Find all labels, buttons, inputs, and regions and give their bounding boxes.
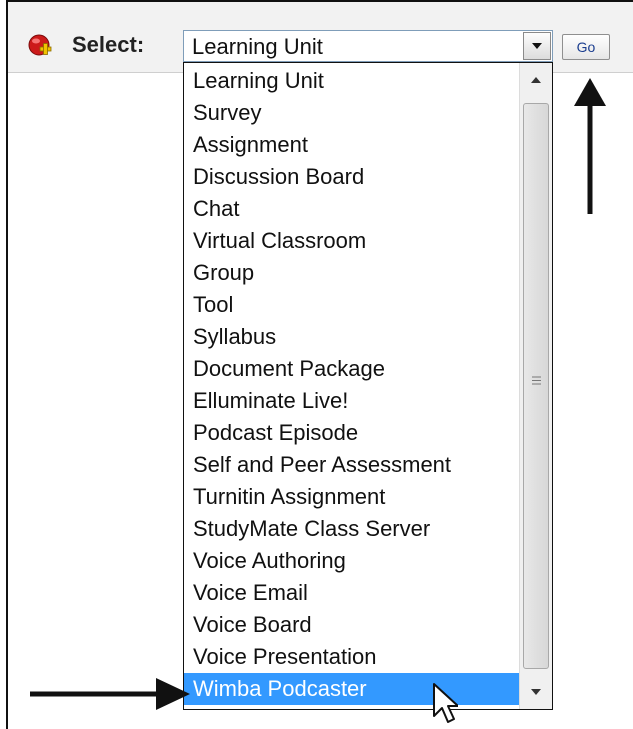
dropdown-option[interactable]: Assignment	[184, 129, 519, 161]
dropdown-option[interactable]: Tool	[184, 289, 519, 321]
scrollbar-thumb[interactable]	[523, 103, 549, 669]
scroll-down-arrow-icon	[531, 689, 541, 695]
dropdown-option[interactable]: Podcast Episode	[184, 417, 519, 449]
red-plus-icon	[28, 34, 52, 58]
dropdown-option[interactable]: Voice Presentation	[184, 641, 519, 673]
type-select-combobox[interactable]: Learning Unit	[183, 30, 553, 62]
option-list: Learning Unit Survey Assignment Discussion …	[184, 65, 519, 705]
dropdown-option[interactable]: StudyMate Class Server	[184, 513, 519, 545]
go-button[interactable]: Go	[562, 34, 610, 60]
list-scrollbar[interactable]	[519, 63, 552, 709]
mouse-cursor-icon	[433, 683, 458, 723]
dropdown-option[interactable]: Self and Peer Assessment	[184, 449, 519, 481]
scroll-up-button[interactable]	[520, 63, 552, 97]
dropdown-option[interactable]: Survey	[184, 97, 519, 129]
dropdown-option[interactable]: Voice Email	[184, 577, 519, 609]
dropdown-option[interactable]: Syllabus	[184, 321, 519, 353]
dropdown-list[interactable]: Learning Unit Survey Assignment Discussion …	[183, 62, 553, 710]
dropdown-option[interactable]: Discussion Board	[184, 161, 519, 193]
dropdown-option[interactable]: Turnitin Assignment	[184, 481, 519, 513]
dropdown-option[interactable]: Virtual Classroom	[184, 225, 519, 257]
dropdown-option[interactable]: Chat	[184, 193, 519, 225]
dropdown-option[interactable]: Document Package	[184, 353, 519, 385]
scroll-down-button[interactable]	[520, 675, 552, 709]
dropdown-option[interactable]: Elluminate Live!	[184, 385, 519, 417]
grip-icon	[532, 376, 541, 385]
annotation-arrow-up-icon	[574, 78, 606, 214]
dropdown-option[interactable]: Group	[184, 257, 519, 289]
dropdown-toggle-button[interactable]	[523, 32, 551, 60]
dropdown-option[interactable]: Wimba Podcaster	[184, 673, 519, 705]
dropdown-option[interactable]: Learning Unit	[184, 65, 519, 97]
dropdown-option[interactable]: Voice Authoring	[184, 545, 519, 577]
combo-selected-value: Learning Unit	[192, 34, 323, 59]
chevron-down-icon	[532, 43, 542, 49]
annotation-arrow-right-icon	[30, 678, 190, 710]
scroll-up-arrow-icon	[531, 77, 541, 83]
dropdown-option[interactable]: Voice Board	[184, 609, 519, 641]
select-label: Select:	[72, 32, 145, 57]
